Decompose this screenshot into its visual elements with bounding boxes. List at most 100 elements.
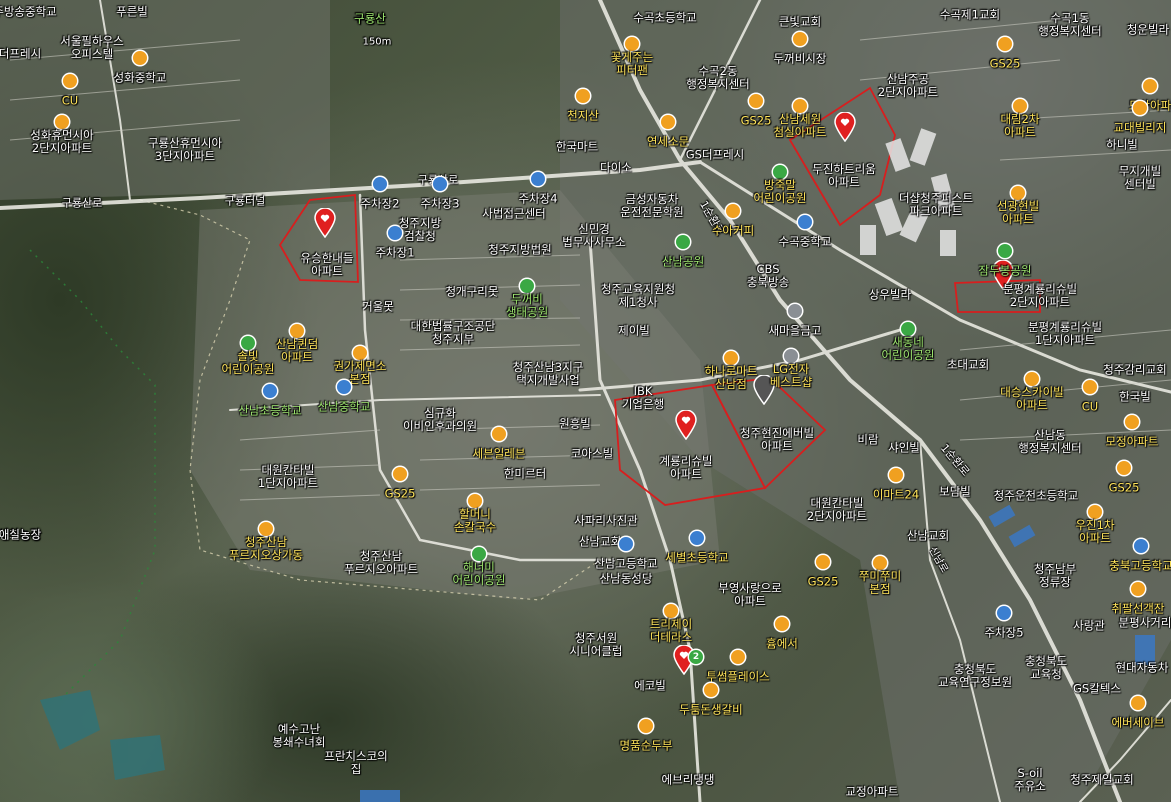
place-label[interactable]: 유승한내들 아파트 xyxy=(301,252,354,278)
place-label[interactable]: LG전자 베스트샵 xyxy=(770,363,812,389)
poi-icon[interactable] xyxy=(724,351,738,365)
place-label[interactable]: 신민경 법무사사무소 xyxy=(562,223,625,249)
place-label[interactable]: 산남퀸덤 아파트 xyxy=(276,338,318,364)
place-label[interactable]: 산남동 행정복지센터 xyxy=(1018,429,1081,455)
info-pin-icon[interactable] xyxy=(997,606,1011,620)
place-label[interactable]: 초대교회 xyxy=(947,358,989,372)
info-pin-icon[interactable] xyxy=(798,215,812,229)
landmark-icon[interactable] xyxy=(784,349,798,363)
place-label[interactable]: 분평사거리 xyxy=(1119,616,1171,630)
place-label[interactable]: 두꺼비 생태공원 xyxy=(506,293,548,319)
place-label[interactable]: 대림2차 아파트 xyxy=(1000,113,1039,139)
poi-icon[interactable] xyxy=(998,37,1012,51)
place-label[interactable]: CU xyxy=(62,94,78,108)
poi-icon[interactable] xyxy=(468,494,482,508)
place-label[interactable]: 두툼돈생갈비 xyxy=(679,703,742,717)
poi-icon[interactable] xyxy=(1133,101,1147,115)
poi-icon[interactable] xyxy=(1011,186,1025,200)
place-label[interactable]: 세븐일레븐 xyxy=(473,447,526,461)
place-label[interactable]: 해너미 어린이공원 xyxy=(453,561,506,587)
poi-icon[interactable] xyxy=(576,89,590,103)
map-pin-marker[interactable] xyxy=(834,111,856,143)
place-label[interactable]: 연세소문 xyxy=(647,135,689,149)
place-label[interactable]: 세별초등학교 xyxy=(665,551,728,565)
place-label[interactable]: 우진1차 아파트 xyxy=(1075,519,1114,545)
place-label[interactable]: 다이소 xyxy=(600,161,632,175)
place-label[interactable]: 교정아파트 xyxy=(846,785,899,799)
place-label[interactable]: 산남고등학교 xyxy=(594,557,657,571)
info-pin-icon[interactable] xyxy=(373,177,387,191)
poi-icon[interactable] xyxy=(55,115,69,129)
place-label[interactable]: 대한법률구조공단 청주지부 xyxy=(411,320,496,346)
poi-icon[interactable] xyxy=(259,522,273,536)
place-label[interactable]: 청주산남 푸르지오상가동 xyxy=(229,536,303,562)
place-label[interactable]: 산남공원 xyxy=(662,255,704,269)
place-label[interactable]: GS25 xyxy=(808,575,839,589)
place-label[interactable]: 사법접근센터 xyxy=(482,207,545,221)
poi-icon[interactable] xyxy=(793,99,807,113)
place-label[interactable]: 쭈미쭈미 본점 xyxy=(859,570,901,596)
place-label[interactable]: 주차장1 xyxy=(375,246,414,260)
place-label[interactable]: 한국빌 xyxy=(1119,390,1151,404)
place-label[interactable]: 에브리댕댕 xyxy=(662,773,715,787)
poi-icon[interactable] xyxy=(726,204,740,218)
place-label[interactable]: 수곡초등학교 xyxy=(633,11,696,25)
cluster-count-badge[interactable]: 2 xyxy=(689,650,703,664)
landmark-icon[interactable] xyxy=(788,304,802,318)
place-label[interactable]: 산남동성당 xyxy=(600,572,653,586)
place-label[interactable]: 제이빌 xyxy=(618,324,650,338)
place-label[interactable]: 사파리사진관 xyxy=(574,514,637,528)
poi-icon[interactable] xyxy=(639,719,653,733)
place-label[interactable]: IBK 기업은행 xyxy=(622,385,664,411)
place-label[interactable]: 더샵청주퍼스트 파크아파트 xyxy=(899,192,973,218)
place-label[interactable]: 사랑관 xyxy=(1073,619,1105,633)
place-label[interactable]: 무지개빌 센터빌 xyxy=(1119,165,1161,191)
poi-icon[interactable] xyxy=(731,650,745,664)
place-label[interactable]: 산남주공 2단지아파트 xyxy=(878,73,938,99)
place-label[interactable]: 더프레시 xyxy=(0,47,41,61)
place-label[interactable]: 성화중학교 xyxy=(114,71,167,85)
place-label[interactable]: 청주지방법원 xyxy=(488,243,551,257)
place-label[interactable]: 주차장2 xyxy=(360,197,399,211)
place-label[interactable]: 주차장5 xyxy=(984,626,1023,640)
place-label[interactable]: 분평계룡리슈빌 2단지아파트 xyxy=(1003,283,1077,309)
info-pin-icon[interactable] xyxy=(1134,539,1148,553)
place-label[interactable]: 산남초등학교 xyxy=(238,404,301,418)
place-label[interactable]: 수곡중학교 xyxy=(779,235,832,249)
poi-icon[interactable] xyxy=(661,115,675,129)
place-label[interactable]: CU xyxy=(1082,400,1098,414)
place-label[interactable]: 청주감리교회 xyxy=(1103,363,1166,377)
place-label[interactable]: 현대자동차 xyxy=(1116,661,1169,675)
place-label[interactable]: 청주교육지원청 제1청사 xyxy=(601,283,675,309)
place-label[interactable]: 부영사랑으로 아파트 xyxy=(718,582,781,608)
place-label[interactable]: 수곡1동 행정복지센터 xyxy=(1038,12,1101,38)
poi-icon[interactable] xyxy=(704,683,718,697)
place-label[interactable]: GS25 xyxy=(385,487,416,501)
place-label[interactable]: 청주서원 시니어클럽 xyxy=(570,632,623,658)
place-label[interactable]: 명품순두부 xyxy=(620,739,673,753)
place-label[interactable]: 솔빛 어린이공원 xyxy=(222,350,275,376)
poi-icon[interactable] xyxy=(873,556,887,570)
place-label[interactable]: 에코빌 xyxy=(634,679,666,693)
place-label[interactable]: 거울못 xyxy=(362,300,394,314)
place-label[interactable]: 성화휴먼시아 2단지아파트 xyxy=(30,129,93,155)
place-label[interactable]: 산남세원 첨실아파트 xyxy=(774,113,827,139)
place-label[interactable]: 계룡리슈빌 아파트 xyxy=(660,455,713,481)
place-label[interactable]: GS25 xyxy=(1109,481,1140,495)
place-label[interactable]: CBS 충북방송 xyxy=(747,263,789,289)
park-icon[interactable] xyxy=(520,279,534,293)
place-label[interactable]: 잠두봉공원 xyxy=(979,264,1032,278)
place-label[interactable]: GS25 xyxy=(990,57,1021,71)
info-pin-icon[interactable] xyxy=(263,384,277,398)
place-label[interactable]: 청주지방 검찰청 xyxy=(399,217,441,243)
poi-icon[interactable] xyxy=(1013,99,1027,113)
park-icon[interactable] xyxy=(472,547,486,561)
place-label[interactable]: 상우빌라 xyxy=(869,288,911,302)
place-label[interactable]: 분평계룡리슈빌 1단지아파트 xyxy=(1028,321,1102,347)
park-icon[interactable] xyxy=(998,244,1012,258)
poi-icon[interactable] xyxy=(625,37,639,51)
park-icon[interactable] xyxy=(773,165,787,179)
place-label[interactable]: 새마을금고 xyxy=(769,324,822,338)
place-label[interactable]: 산남중학교 xyxy=(318,400,371,414)
poi-icon[interactable] xyxy=(1025,372,1039,386)
